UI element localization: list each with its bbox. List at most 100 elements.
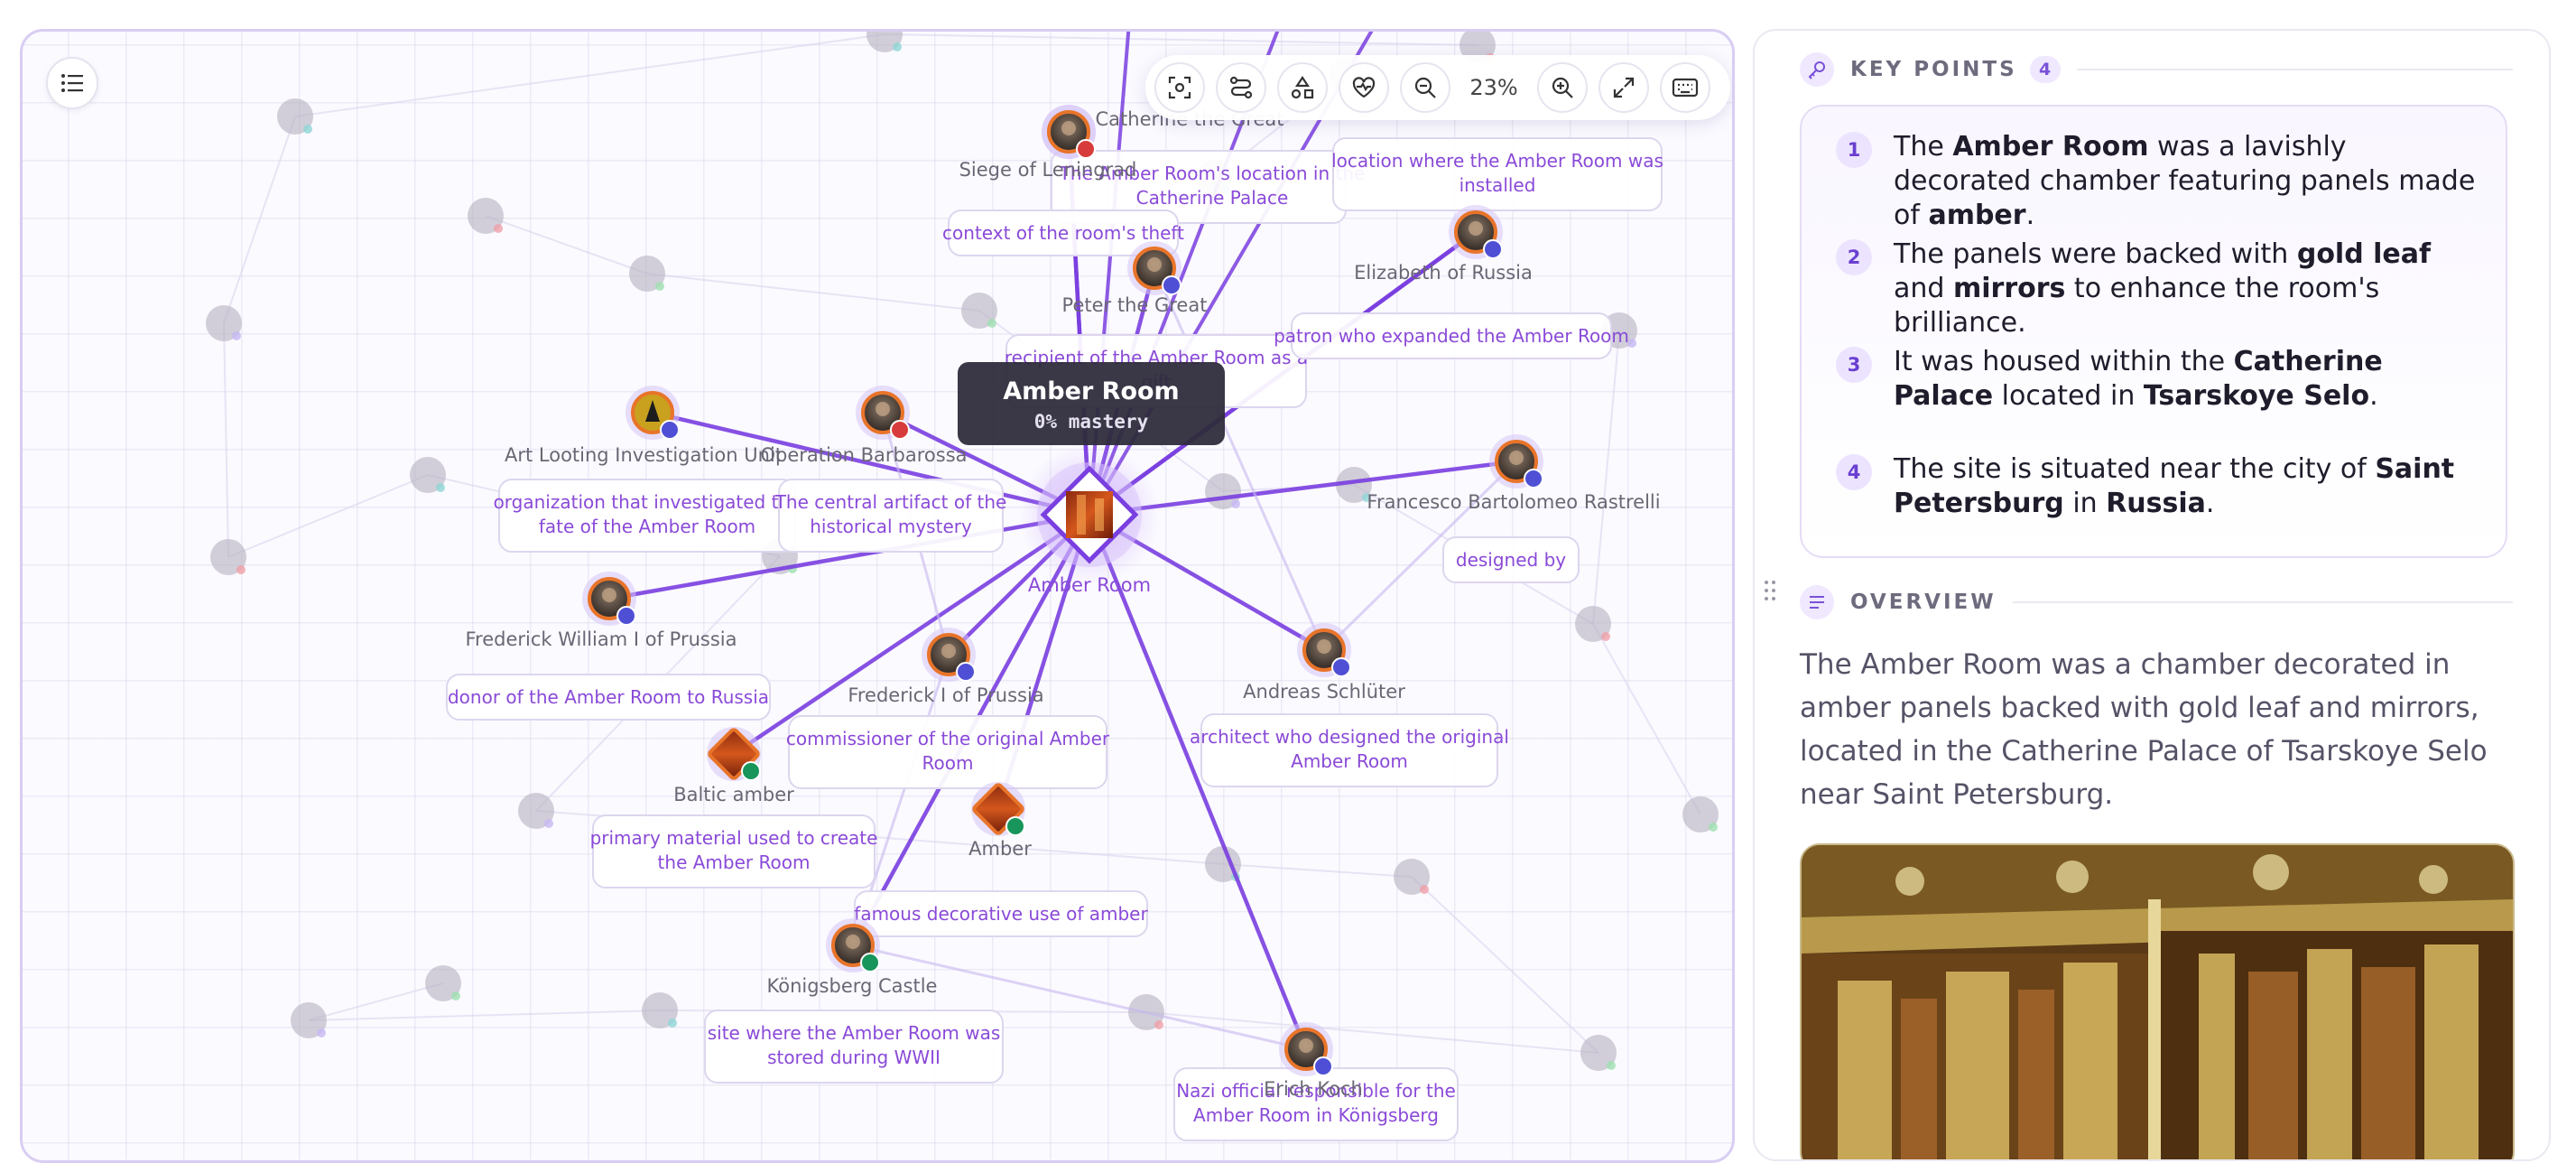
key-point-fragment: in [2063, 488, 2107, 519]
background-edge [1145, 1011, 1599, 1054]
knowledge-graph-canvas[interactable]: The Amber Room's location in the Catherin… [23, 32, 1732, 1160]
background-edge [227, 474, 429, 558]
node-type-badge [890, 420, 910, 440]
key-point-number: 2 [1836, 239, 1872, 275]
edge-label-text: donor of the Amber Room to Russia [448, 686, 769, 708]
graph-node-amber-room[interactable]: Amber Room [1019, 444, 1160, 596]
graph-node-elizabeth-of-russia[interactable]: Elizabeth of Russia [1354, 205, 1533, 284]
background-node[interactable] [410, 457, 446, 493]
key-icon [1800, 52, 1834, 87]
drag-dots-icon [1765, 581, 1775, 600]
node-type-badge [1313, 1056, 1333, 1076]
zoom-in-button[interactable] [1537, 62, 1588, 113]
background-edge [884, 33, 1478, 46]
background-edge [1411, 876, 1599, 1054]
edge-label[interactable]: site where the Amber Room was stored duri… [704, 1009, 1004, 1084]
graph-node-baltic-amber[interactable]: Baltic amber [673, 727, 794, 805]
background-edge [646, 273, 980, 312]
background-node[interactable] [1682, 796, 1719, 833]
key-point-text: The site is situated near the city of Sa… [1894, 452, 2479, 521]
shapes-icon [1291, 76, 1314, 99]
key-points-list: 1 The Amber Room was a lavishly decorated… [1800, 105, 2507, 558]
keyboard-icon [1672, 78, 1699, 98]
graph-node-art-looting-unit[interactable]: Art Looting Investigation Unit [505, 386, 783, 466]
edge-label[interactable]: The central artifact of the historical my… [774, 479, 1007, 553]
key-point-fragment: The site is situated near the city of [1894, 453, 2376, 485]
zoom-out-icon [1414, 77, 1436, 98]
edge-label[interactable]: commissioner of the original Amber Room [786, 715, 1110, 789]
graph-node-label: Francesco Bartolomeo Rastrelli [1367, 491, 1660, 513]
shapes-button[interactable] [1277, 62, 1328, 113]
graph-node-label: Amber Room [1028, 574, 1151, 596]
key-point-number: 4 [1836, 454, 1872, 490]
drag-handle[interactable] [1764, 580, 1776, 605]
graph-node-andreas-schluter[interactable]: Andreas Schlüter [1243, 623, 1405, 702]
graph-node-operation-barbarossa[interactable]: Operation Barbarossa [760, 386, 968, 466]
key-point-emphasis: gold leaf [2296, 238, 2432, 270]
background-node[interactable] [518, 793, 554, 829]
background-edge [1592, 330, 1620, 625]
zoom-out-button[interactable] [1400, 62, 1450, 113]
path-button[interactable] [1216, 62, 1266, 113]
background-node[interactable] [210, 539, 246, 575]
key-point-text: The panels were backed with gold leaf an… [1894, 237, 2479, 340]
graph-node-label: Frederick William I of Prussia [466, 628, 737, 650]
background-node[interactable] [642, 992, 678, 1028]
details-panel: KEY POINTS 4 1 The Amber Room was a lavis… [1753, 29, 2551, 1161]
background-node[interactable] [866, 32, 903, 52]
keyboard-shortcuts-button[interactable] [1660, 62, 1710, 113]
background-node[interactable] [1580, 1035, 1617, 1071]
edge-label[interactable]: architect who designed the original Amber… [1190, 713, 1509, 787]
background-node[interactable] [629, 256, 665, 292]
key-points-title: KEY POINTS [1850, 58, 2017, 81]
key-point-emphasis: mirrors [1952, 273, 2066, 304]
edge-label[interactable]: donor of the Amber Room to Russia [446, 674, 771, 721]
graph-node-label: Erich Koch [1264, 1078, 1363, 1100]
key-point-fragment: and [1894, 273, 1953, 304]
background-node[interactable] [277, 98, 313, 135]
background-node[interactable] [468, 198, 504, 234]
background-node[interactable] [425, 965, 461, 1001]
edge-label[interactable]: famous decorative use of amber [854, 890, 1148, 937]
node-type-badge [1162, 275, 1181, 295]
key-point-fragment: The panels were backed with [1894, 238, 2297, 270]
edge-label[interactable]: organization that investigated the fate o… [494, 479, 802, 553]
focus-button[interactable] [1154, 62, 1205, 113]
graph-node-label: Amber [968, 838, 1032, 860]
background-node[interactable] [961, 293, 997, 329]
key-point-fragment: The [1894, 131, 1953, 163]
edge-label[interactable]: patron who expanded the Amber Room [1274, 312, 1629, 359]
edge-label[interactable]: location where the Amber Room was install… [1331, 137, 1663, 211]
edge-label[interactable]: primary material used to create the Amber… [590, 814, 878, 889]
background-node[interactable] [291, 1002, 327, 1038]
background-node[interactable] [206, 305, 242, 341]
graph-node-erich-koch[interactable]: Erich Koch [1264, 1022, 1363, 1100]
graph-node-label: Frederick I of Prussia [848, 684, 1043, 706]
edge-label-text: patron who expanded the Amber Room [1274, 325, 1629, 347]
graph-node-frederick-i[interactable]: Frederick I of Prussia [848, 628, 1044, 706]
knowledge-graph-panel[interactable]: The Amber Room's location in the Catherin… [20, 29, 1735, 1163]
key-point-text: It was housed within the Catherine Palac… [1894, 345, 2479, 414]
graph-node-label: Elizabeth of Russia [1354, 262, 1533, 284]
key-point-emphasis: Amber Room [1952, 131, 2149, 163]
background-node[interactable] [1394, 859, 1430, 895]
expand-icon [1613, 77, 1635, 98]
zoom-in-icon [1552, 77, 1573, 98]
list-icon [61, 74, 83, 92]
outline-list-button[interactable] [46, 57, 98, 109]
edge-label[interactable]: designed by [1442, 536, 1580, 583]
graph-toolbar: 23% [1145, 55, 1730, 120]
graph-node-amber[interactable]: Amber [968, 782, 1032, 860]
key-point-emphasis: Tsarskoye Selo [2143, 380, 2370, 412]
background-node[interactable] [1575, 606, 1611, 642]
key-point-number: 3 [1836, 347, 1872, 383]
health-button[interactable] [1339, 62, 1389, 113]
node-type-badge [1483, 239, 1503, 259]
zoom-level: 23% [1469, 75, 1518, 100]
background-node[interactable] [1205, 473, 1241, 509]
heart-pulse-icon [1352, 77, 1376, 98]
amber-room-photo [1800, 843, 2515, 1159]
fullscreen-button[interactable] [1598, 62, 1649, 113]
route-icon [1229, 76, 1253, 99]
background-edge [308, 1009, 661, 1021]
